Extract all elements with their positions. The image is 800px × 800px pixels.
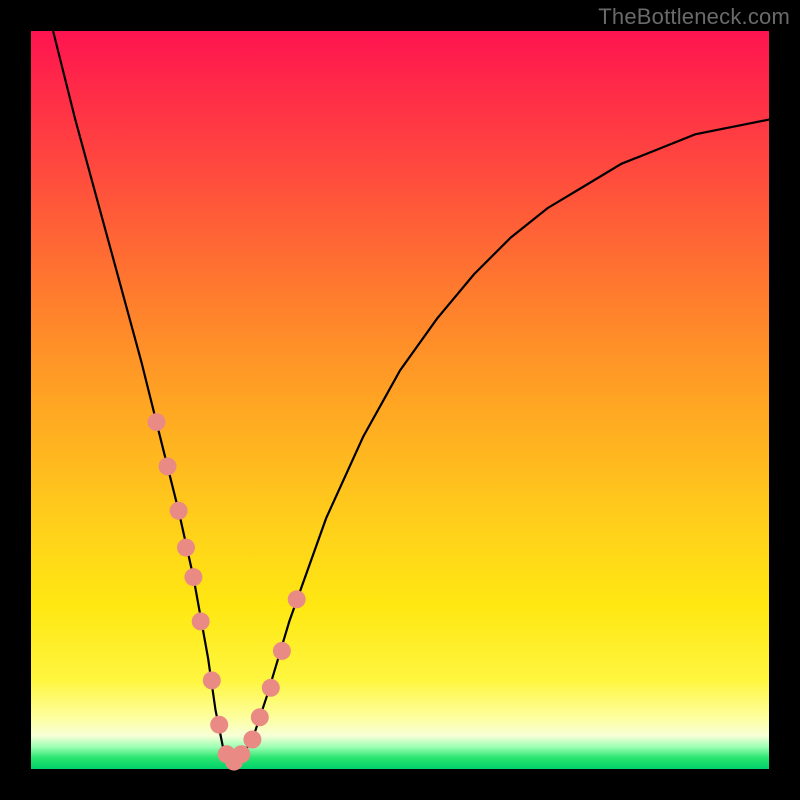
highlight-dot	[262, 679, 280, 697]
highlight-dot	[159, 457, 177, 475]
highlight-dot	[170, 502, 188, 520]
highlight-dot	[192, 612, 210, 630]
plot-area	[31, 31, 769, 769]
highlight-dot	[210, 716, 228, 734]
highlight-dot	[273, 642, 291, 660]
bottleneck-curve	[53, 31, 769, 762]
curve-svg	[31, 31, 769, 769]
highlight-dot	[288, 590, 306, 608]
chart-frame: TheBottleneck.com	[0, 0, 800, 800]
watermark-text: TheBottleneck.com	[598, 4, 790, 30]
highlight-dot	[251, 708, 269, 726]
highlight-dot	[243, 731, 261, 749]
highlight-dot	[177, 539, 195, 557]
highlight-dot	[232, 745, 250, 763]
highlight-dot	[148, 413, 166, 431]
highlight-dot	[203, 671, 221, 689]
highlight-dot	[184, 568, 202, 586]
highlight-dots-group	[148, 413, 306, 770]
